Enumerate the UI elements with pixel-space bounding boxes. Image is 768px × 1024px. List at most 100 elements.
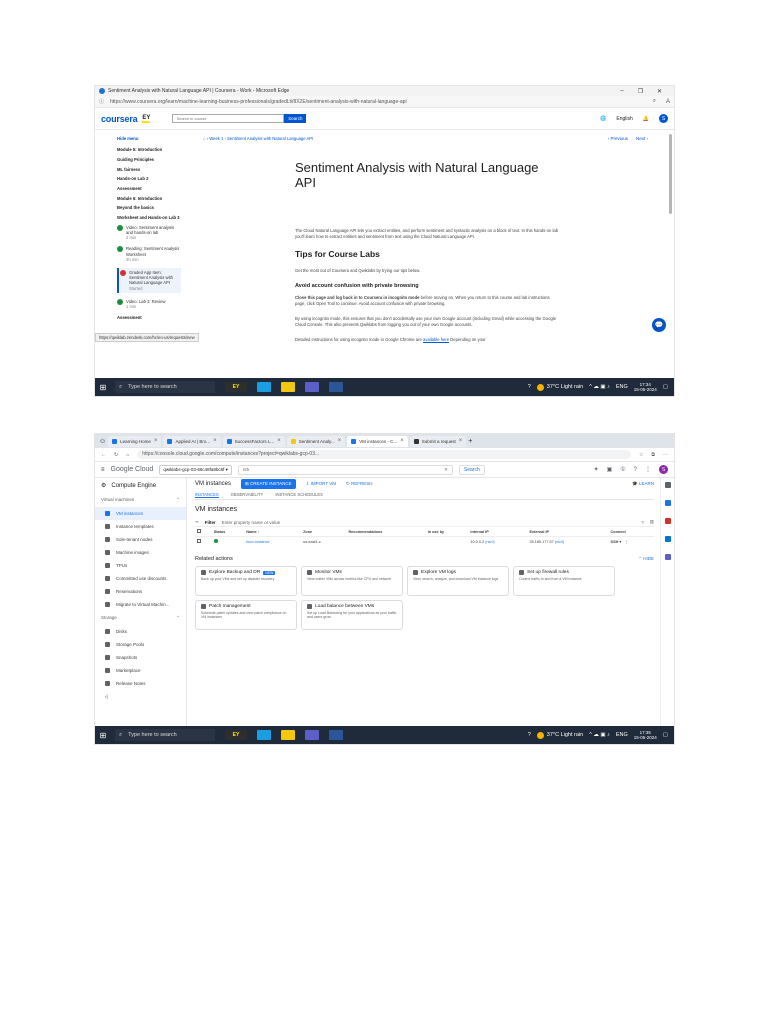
sidebar-module[interactable]: Beyond the basics [117, 205, 181, 210]
cloud-shell-icon[interactable]: ▣ [607, 466, 613, 473]
more-icon[interactable]: ⋯ [663, 452, 668, 458]
minimize-icon[interactable]: – [620, 88, 623, 95]
avatar[interactable]: S [659, 465, 668, 474]
avatar[interactable]: S [659, 114, 668, 123]
sidebar-module[interactable]: Guiding Principles [117, 157, 181, 162]
card-vm-logs[interactable]: Explore VM logs View, search, analyze, a… [407, 566, 509, 596]
tools-icon[interactable] [664, 518, 671, 524]
profile-icon[interactable]: ☺ [99, 438, 106, 445]
google-cloud-logo[interactable]: Google Cloud [111, 466, 154, 473]
previous-button[interactable]: ‹ Previous [608, 136, 628, 141]
import-vm-button[interactable]: ⇩ IMPORT VM [306, 481, 336, 487]
outlook-icon[interactable] [664, 536, 671, 542]
sidebar-item[interactable]: Storage Pools [95, 638, 186, 651]
column-header[interactable]: Name ↑ [244, 527, 302, 537]
breadcrumb-current[interactable]: Sentiment Analysis with Natural Language… [227, 136, 313, 141]
sidebar-item[interactable]: Sole-tenant nodes [95, 533, 186, 546]
sidebar-item[interactable]: Disks [95, 625, 186, 638]
sidebar-group[interactable]: Storage ⌃ [95, 611, 186, 625]
sidebar-item-vm-instances[interactable]: VM instances [95, 507, 186, 520]
sidebar-item[interactable]: Committed use discounts [95, 572, 186, 585]
home-icon[interactable]: ⌂ [126, 452, 129, 458]
sidebar-module[interactable]: Worksheet and Hands-on Lab 3 [117, 215, 181, 220]
sidebar-item[interactable]: Machine images [95, 546, 186, 559]
weather-widget[interactable]: 37°C Light rain [536, 731, 583, 739]
help-icon[interactable]: ? [528, 384, 531, 390]
ssh-button[interactable]: SSH ▾ ⋮ [609, 537, 654, 547]
gemini-icon[interactable]: ✦ [594, 466, 599, 473]
file-explorer-icon[interactable] [281, 730, 295, 740]
filter-bar[interactable]: ≂ Filter Enter property name or value ? … [195, 518, 654, 527]
browser-tab[interactable]: Learning Home × [108, 435, 162, 447]
url-field[interactable]: https://www.coursera.org/learn/machine-l… [110, 99, 643, 105]
help-icon[interactable]: ? [634, 467, 637, 473]
available-here-link[interactable]: available here [423, 337, 449, 342]
language-indicator[interactable]: ENG [616, 732, 628, 738]
browser-tab-active[interactable]: VM instances - C... × [347, 435, 408, 447]
windows-start-icon[interactable]: ⊞ [95, 383, 111, 392]
instance-name-link[interactable]: linux-instance [244, 537, 301, 547]
word-icon[interactable] [329, 382, 343, 392]
zoom-icon[interactable]: ⌕ [653, 98, 656, 105]
language-select[interactable]: English [616, 116, 632, 122]
sidebar-module[interactable]: Hands-on Lab 2 [117, 176, 181, 181]
lesson-item-active[interactable]: Graded App Item: Sentiment Analysis with… [117, 268, 181, 293]
reload-icon[interactable]: ↻ [114, 452, 118, 458]
browser-tab[interactable]: Applied AI | Bro... × [163, 435, 221, 447]
ey-app-icon[interactable]: EY [225, 382, 247, 392]
card-monitor-vms[interactable]: Monitor VMs View outlier VMs across metr… [301, 566, 403, 596]
menu-icon[interactable]: ≡ [101, 467, 105, 473]
taskbar-search[interactable]: ⌕ Type here to search [115, 381, 215, 393]
search-rail-icon[interactable] [664, 482, 671, 488]
notification-icon[interactable]: ▢ [663, 732, 668, 738]
breadcrumb-week[interactable]: Week 1 [209, 136, 223, 141]
scrollbar[interactable] [669, 134, 672, 214]
teams-icon[interactable] [305, 730, 319, 740]
browser-tab[interactable]: Submit a request × [409, 435, 467, 447]
read-aloud-icon[interactable]: A [666, 99, 670, 105]
column-header[interactable]: In use by [425, 527, 469, 537]
globe-icon[interactable]: 🌐 [600, 116, 606, 122]
column-header[interactable]: Recommendations [346, 527, 426, 537]
sidebar-module[interactable]: Module 5: Introduction [117, 147, 181, 152]
extensions-icon[interactable]: ⧉ [651, 452, 655, 458]
column-header[interactable]: Status [211, 527, 245, 537]
word-icon[interactable] [329, 730, 343, 740]
sidebar-item[interactable]: Instance templates [95, 520, 186, 533]
chat-icon[interactable]: 💬 [652, 318, 666, 332]
column-header[interactable]: Internal IP [468, 527, 528, 537]
sidebar-module[interactable]: Module 6: Introduction [117, 196, 181, 201]
clear-icon[interactable]: ✕ [444, 467, 448, 473]
restore-icon[interactable]: ❐ [638, 88, 643, 95]
sidebar-item[interactable]: Marketplace [95, 664, 186, 677]
sidebar-item[interactable]: Release Notes [95, 677, 186, 690]
card-backup-dr[interactable]: Explore Backup and DR NEW Back up your VM… [195, 566, 297, 596]
home-icon[interactable]: ⌂ [203, 136, 206, 141]
create-instance-button[interactable]: ⊞ CREATE INSTANCE [241, 479, 296, 489]
file-explorer-icon[interactable] [281, 382, 295, 392]
lesson-item[interactable]: Video: Sentiment analysis and hands-on l… [117, 224, 181, 241]
search-button[interactable]: Search [284, 114, 307, 123]
tray-icons[interactable]: ^ ☁ ▣ ♪ [589, 384, 610, 390]
bell-icon[interactable]: 🔔 [643, 116, 649, 122]
favorites-icon[interactable]: ☆ [639, 452, 643, 458]
sidebar-module[interactable]: ML fairness [117, 167, 181, 172]
select-all-checkbox[interactable] [197, 529, 201, 533]
tab-instances[interactable]: INSTANCES [195, 492, 219, 498]
language-indicator[interactable]: ENG [616, 384, 628, 390]
tray-icons[interactable]: ^ ☁ ▣ ♪ [589, 732, 610, 738]
filter-input[interactable]: Enter property name or value [222, 520, 280, 525]
columns-icon[interactable]: ▥ [650, 519, 654, 525]
project-selector[interactable]: qwiklabs-gcp-03-66c48fa9bc8f ▾ [159, 464, 232, 475]
sidebar-item[interactable]: Reservations [95, 585, 186, 598]
sidebar-module[interactable]: Assessment [117, 315, 181, 320]
browser-tab[interactable]: Sentiment Analy... × [286, 435, 346, 447]
sidebar-item[interactable]: Snapshots [95, 651, 186, 664]
back-icon[interactable]: ← [101, 452, 106, 458]
taskbar-search[interactable]: ⌕ Type here to search [115, 729, 215, 741]
browser-tab[interactable]: SuccessFactors L... × [222, 435, 285, 447]
sidebar-module[interactable]: Assessment [117, 186, 181, 191]
card-load-balance[interactable]: Load balance between VMs Set up Load Bal… [301, 600, 403, 630]
sidebar-item[interactable]: Migrate to Virtual Machin... [95, 598, 186, 611]
help-icon[interactable]: ? [641, 520, 644, 525]
